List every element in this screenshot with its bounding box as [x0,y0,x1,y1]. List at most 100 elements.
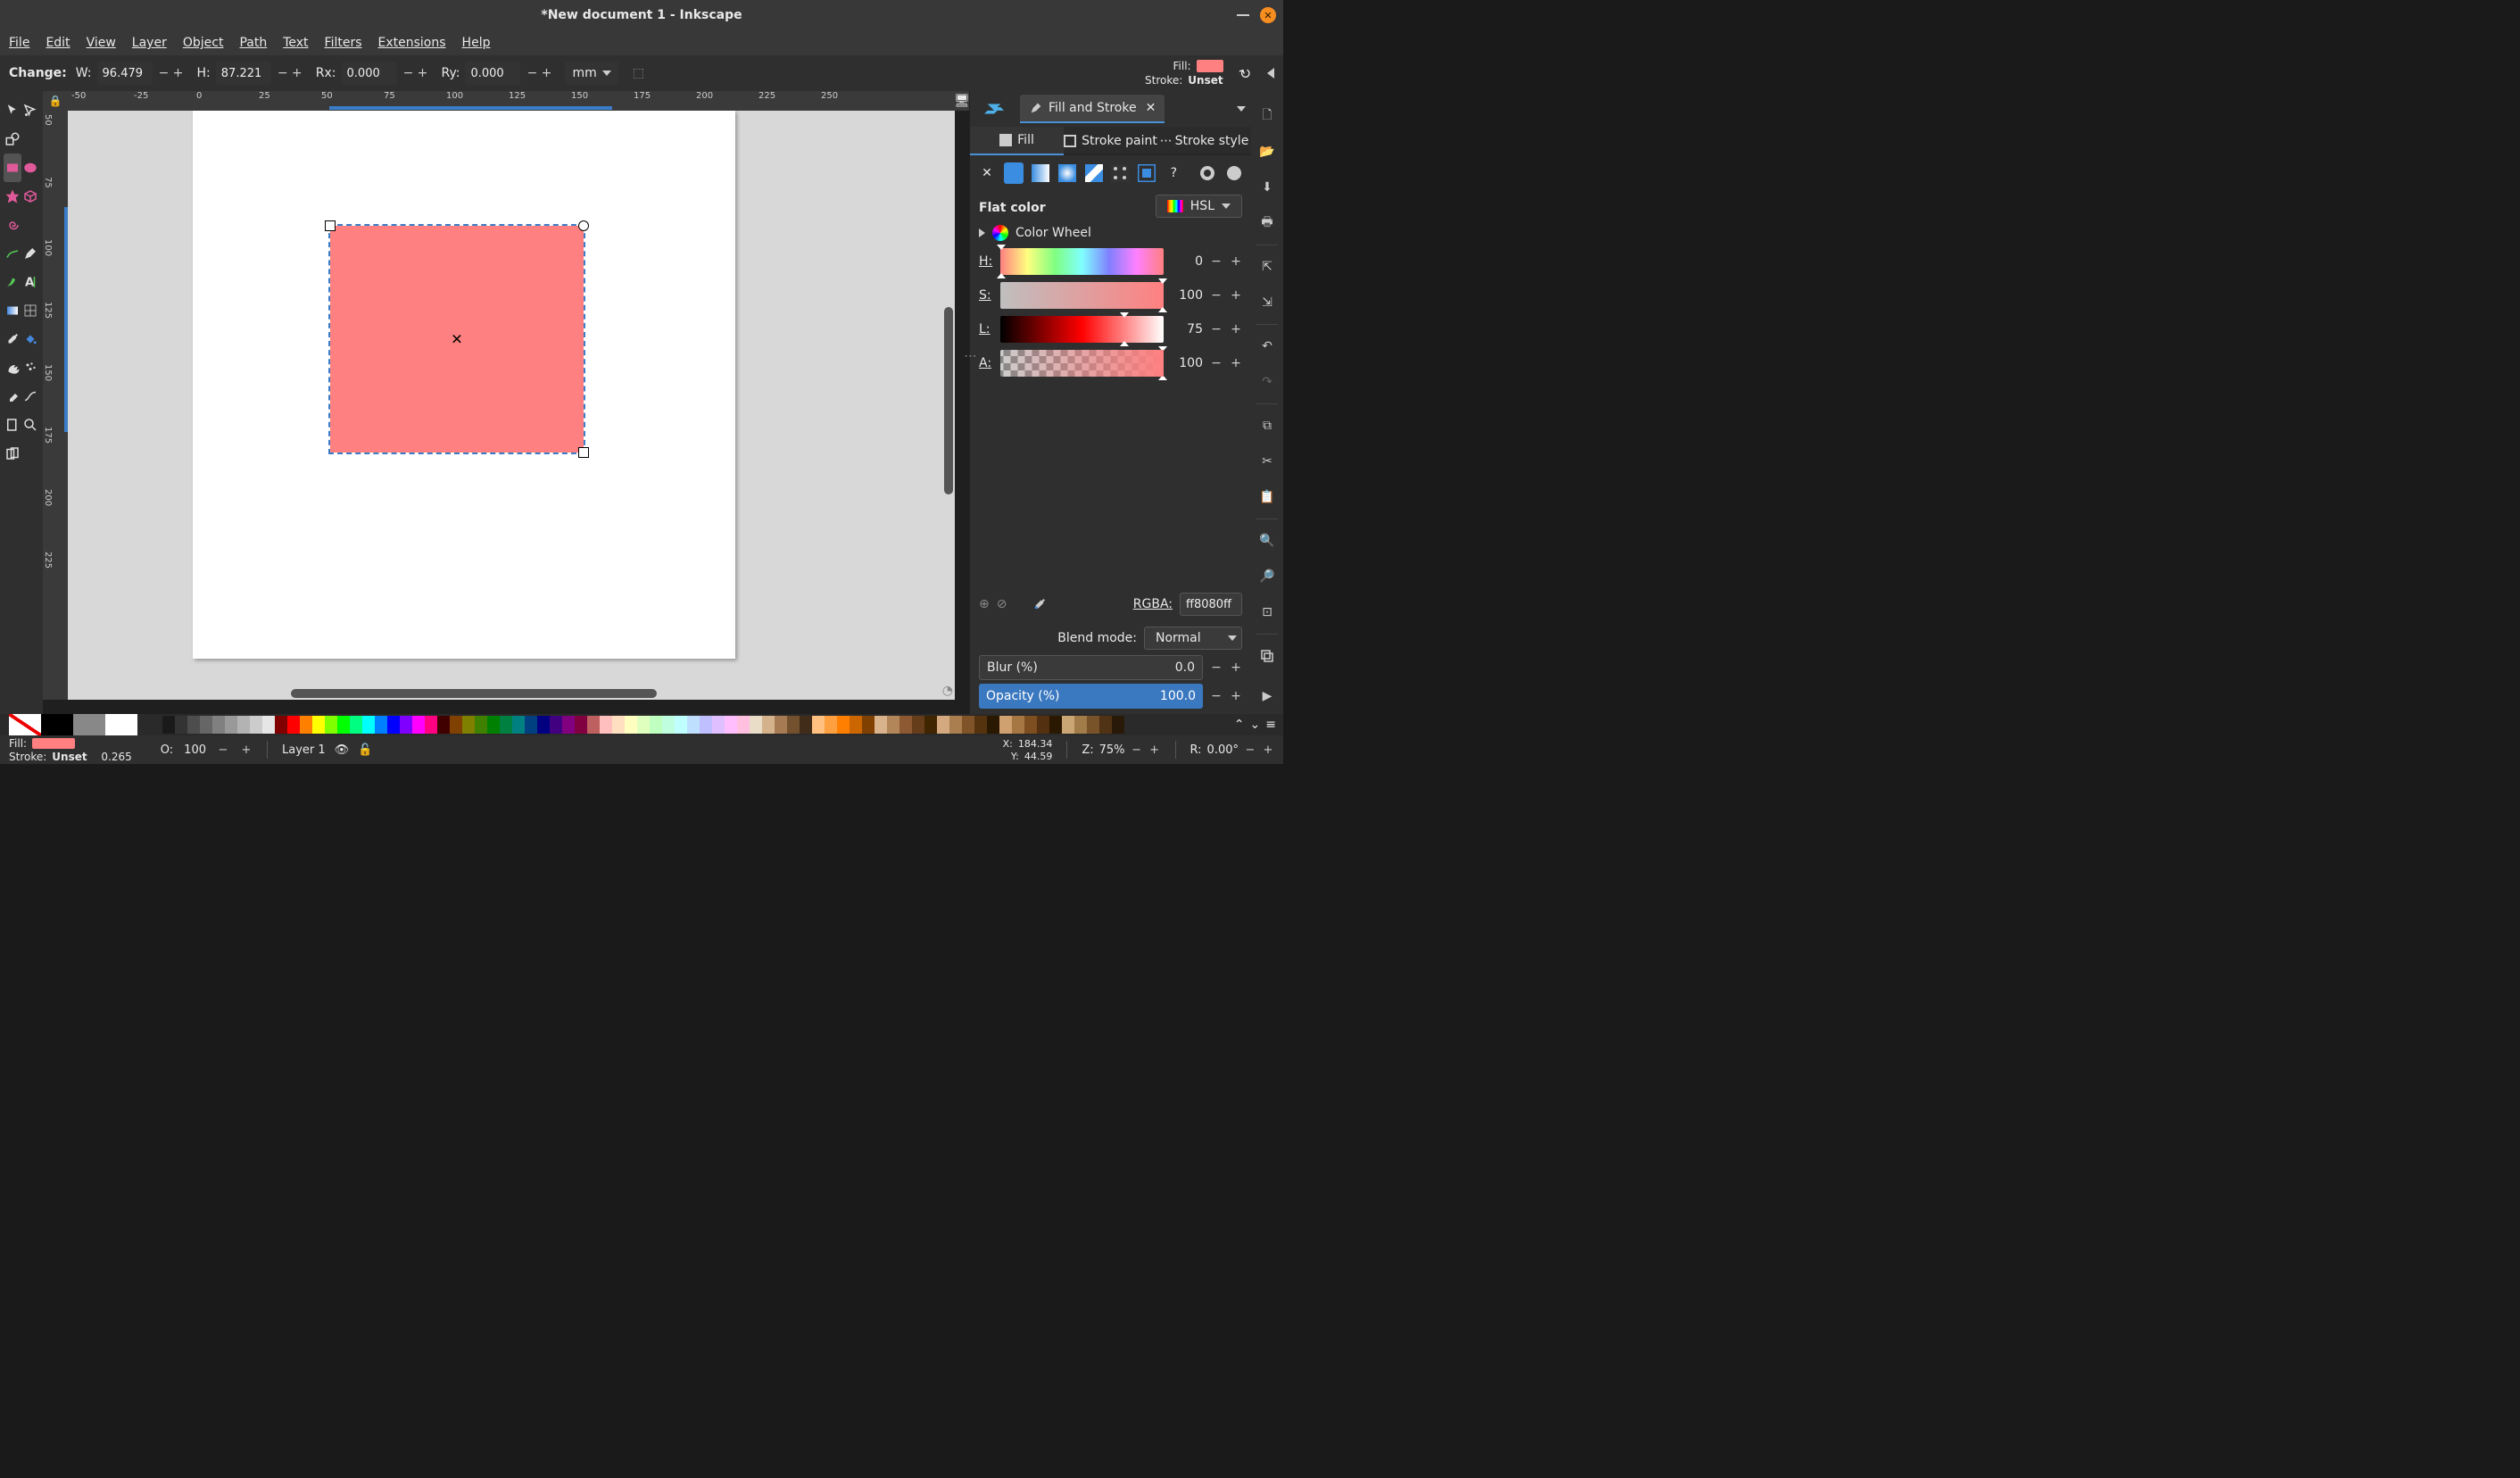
connector-tool[interactable] [21,382,39,411]
color-managed-icon2[interactable]: ⊕ [979,597,990,611]
palette-swatch[interactable] [837,716,850,734]
palette-swatch[interactable] [1074,716,1087,734]
palette-swatch[interactable] [212,716,225,734]
sb-layer-visibility[interactable]: 👁 [335,743,350,757]
light-inc[interactable]: + [1230,322,1242,336]
paint-unknown-button[interactable]: ? [1164,162,1183,184]
light-dec[interactable]: − [1210,322,1223,336]
palette-swatch[interactable] [875,716,887,734]
stroke-paint-tab[interactable]: Stroke paint [1064,127,1157,155]
palette-swatch[interactable] [425,716,437,734]
palette-swatch[interactable] [275,716,287,734]
export-button[interactable]: ⇲ [1256,292,1278,313]
menu-path[interactable]: Path [239,36,267,50]
palette-swatch[interactable] [637,716,650,734]
dock-grip[interactable]: ⋮ [963,350,977,361]
rx-increment[interactable]: + [417,66,429,80]
palette-swatch[interactable] [1087,716,1099,734]
palette-swatch[interactable] [362,716,375,734]
spiral-tool[interactable] [4,211,21,239]
gradient-tool[interactable] [4,296,21,325]
pages-tool[interactable] [4,439,21,468]
alpha-value[interactable]: 100 [1171,356,1203,370]
palette-swatch[interactable] [662,716,675,734]
palette-swatch[interactable] [625,716,637,734]
paint-bucket-tool[interactable] [21,325,39,353]
ry-decrement[interactable]: − [526,66,538,80]
palette-swatch[interactable] [1049,716,1062,734]
palette-swatch[interactable] [250,716,262,734]
mesh-tool[interactable] [21,296,39,325]
palette-swatch[interactable] [400,716,412,734]
palette-swatch[interactable] [987,716,999,734]
width-input[interactable] [97,62,153,85]
stroke-value[interactable]: Unset [1188,74,1223,87]
palette-swatch[interactable] [750,716,762,734]
fill-swatch[interactable] [1197,60,1223,72]
width-decrement[interactable]: − [158,66,170,80]
calligraphy-tool[interactable] [4,268,21,296]
palette-swatch[interactable] [262,716,275,734]
hue-dec[interactable]: − [1210,254,1223,269]
palette-swatch[interactable] [300,716,312,734]
sb-zoom-value[interactable]: 75% [1099,743,1125,757]
open-button[interactable]: 📂 [1256,141,1278,162]
opacity-slider[interactable]: Opacity (%)100.0 [979,684,1203,709]
undo-button[interactable]: ↶ [1256,336,1278,357]
palette-swatch[interactable] [762,716,775,734]
height-increment[interactable]: + [291,66,303,80]
palette-swatch[interactable] [725,716,737,734]
palette-swatch[interactable] [862,716,875,734]
redo-button[interactable]: ↷ [1256,371,1278,393]
sb-opacity-inc[interactable]: + [240,743,253,757]
palette-swatch[interactable] [700,716,712,734]
palette-swatch[interactable] [325,716,337,734]
blur-slider[interactable]: Blur (%)0.0 [979,655,1203,680]
palette-swatch[interactable] [525,716,537,734]
hue-inc[interactable]: + [1230,254,1242,269]
paint-mesh-button[interactable] [1084,162,1104,184]
palette-black[interactable] [41,714,73,735]
palette-swatch[interactable] [600,716,612,734]
palette-white[interactable] [105,714,137,735]
menu-view[interactable]: View [87,36,116,50]
handle-top-left[interactable] [325,220,336,231]
sb-rot-dec[interactable]: − [1244,743,1256,757]
zoom-selection-button[interactable]: 🔍 [1256,530,1278,552]
sb-rotation-value[interactable]: 0.00° [1207,743,1239,757]
dock-menu-button[interactable] [1237,106,1246,112]
palette-swatch[interactable] [412,716,425,734]
paint-none-button[interactable]: ✕ [977,162,997,184]
sb-zoom-inc[interactable]: + [1148,743,1161,757]
menu-edit[interactable]: Edit [46,36,70,50]
palette-swatch[interactable] [387,716,400,734]
window-minimize-button[interactable] [1237,14,1249,16]
palette-swatch[interactable] [175,716,187,734]
lightness-slider[interactable] [1000,316,1164,343]
tweak-tool[interactable] [4,353,21,382]
sb-stroke-width[interactable]: 0.265 [101,751,131,763]
pen-tool[interactable] [21,239,39,268]
palette-swatch[interactable] [737,716,750,734]
palette-swatch[interactable] [1037,716,1049,734]
palette-swatch[interactable] [475,716,487,734]
reset-corners-button[interactable]: ⬚ [633,66,644,80]
palette-swatch[interactable] [500,716,512,734]
palette-swatch[interactable] [537,716,550,734]
palette-swatch[interactable] [187,716,200,734]
import-button[interactable]: ⇱ [1256,256,1278,278]
color-managed-icon[interactable]: ◔ [942,684,953,698]
node-tool[interactable] [21,96,39,125]
display-toggle[interactable]: 🖥 [955,91,969,111]
cut-button[interactable]: ✂ [1256,451,1278,472]
hue-slider[interactable] [1000,248,1164,275]
palette-none[interactable] [9,714,41,735]
ruler-horizontal[interactable]: -50 -25 0 25 50 75 100 125 150 175 200 2… [68,91,955,111]
palette-scroll-down[interactable]: ⌄ [1250,718,1261,732]
palette-swatch[interactable] [437,716,450,734]
palette-swatch[interactable] [899,716,912,734]
ry-input[interactable] [465,62,520,85]
shape-builder-tool[interactable] [4,125,21,154]
snap-options-button[interactable] [1267,68,1274,79]
new-document-button[interactable]: 🗋 [1256,105,1278,127]
